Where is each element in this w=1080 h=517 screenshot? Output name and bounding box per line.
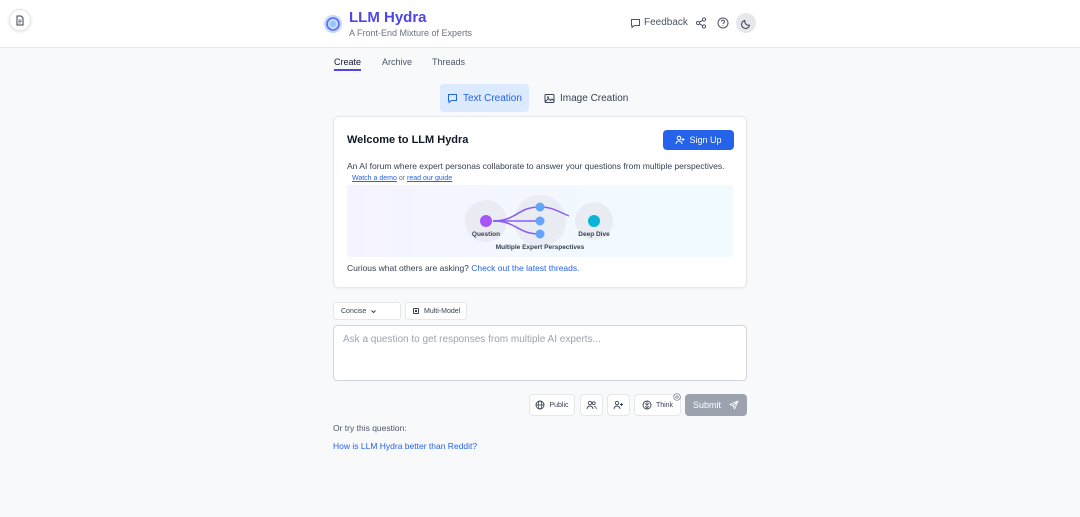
user-plus-icon — [675, 135, 685, 145]
hydra-flow-diagram: Question Deep Dive Multiple Expert Persp… — [347, 185, 733, 257]
multi-model-button[interactable]: Multi-Model — [405, 302, 468, 320]
suggestion-label: Or try this question: — [333, 423, 407, 433]
help-links: Watch a demo or read our guide — [352, 175, 452, 182]
globe-icon — [535, 400, 545, 410]
tab-threads[interactable]: Threads — [432, 56, 465, 68]
welcome-title: Welcome to LLM Hydra — [347, 134, 469, 146]
deepdive-node — [588, 215, 600, 227]
sign-up-label: Sign Up — [689, 135, 722, 145]
question-label: Question — [472, 231, 500, 238]
feedback-label: Feedback — [644, 17, 688, 28]
image-creation-label: Image Creation — [560, 92, 629, 104]
experts-button[interactable] — [580, 394, 603, 416]
user-plus-icon — [613, 400, 624, 410]
multi-model-label: Multi-Model — [424, 307, 461, 315]
expert-node — [535, 229, 545, 239]
help-icon — [717, 17, 729, 29]
submit-label: Submit — [692, 400, 721, 410]
style-select-value: Concise — [341, 307, 367, 315]
expert-node — [535, 202, 545, 212]
app-title: LLM Hydra — [349, 9, 427, 26]
question-node — [480, 215, 492, 227]
curious-text: Curious what others are asking? Check ou… — [347, 263, 579, 273]
curious-label: Curious what others are asking? — [347, 263, 469, 273]
suggested-question-link[interactable]: How is LLM Hydra better than Reddit? — [333, 441, 477, 451]
deepdive-label: Deep Dive — [578, 231, 610, 238]
image-creation-tab[interactable]: Image Creation — [537, 84, 635, 112]
experts-label: Multiple Expert Perspectives — [496, 244, 585, 251]
document-icon — [15, 15, 25, 26]
message-icon — [630, 18, 641, 29]
submit-button[interactable]: Submit — [685, 394, 747, 416]
app-subtitle: A Front-End Mixture of Experts — [349, 28, 473, 38]
think-settings-icon[interactable] — [673, 393, 681, 401]
document-button[interactable] — [9, 9, 31, 31]
chevron-down-icon — [370, 308, 377, 315]
watch-demo-link[interactable]: Watch a demo — [352, 175, 397, 182]
moon-icon — [740, 18, 752, 29]
app-header: LLM Hydra A Front-End Mixture of Experts… — [0, 0, 1080, 48]
share-button[interactable] — [692, 14, 710, 32]
hydra-logo-icon — [323, 14, 343, 34]
question-input[interactable] — [333, 325, 747, 381]
tab-create[interactable]: Create — [334, 56, 362, 71]
expert-node — [535, 216, 545, 226]
message-icon — [447, 93, 458, 104]
welcome-card: Welcome to LLM Hydra Sign Up An AI forum… — [333, 116, 747, 288]
read-guide-link[interactable]: read our guide — [407, 175, 452, 182]
feedback-button[interactable]: Feedback — [630, 16, 688, 30]
brain-icon — [642, 400, 652, 410]
welcome-description: An AI forum where expert personas collab… — [347, 161, 725, 171]
add-expert-button[interactable] — [607, 394, 630, 416]
style-select[interactable]: Concise — [333, 302, 401, 320]
latest-threads-link[interactable]: Check out the latest threads. — [471, 263, 579, 273]
send-icon — [729, 400, 739, 410]
image-icon — [544, 93, 555, 104]
public-toggle[interactable]: Public — [529, 394, 575, 416]
theme-toggle-button[interactable] — [736, 13, 756, 33]
text-creation-label: Text Creation — [463, 92, 522, 104]
text-creation-tab[interactable]: Text Creation — [440, 84, 529, 112]
or-text: or — [398, 175, 406, 182]
chip-icon — [412, 307, 420, 315]
help-button[interactable] — [714, 14, 732, 32]
think-label: Think — [655, 401, 674, 409]
tab-archive[interactable]: Archive — [382, 56, 412, 68]
share-icon — [695, 17, 707, 29]
public-label: Public — [549, 401, 569, 409]
users-icon — [586, 400, 597, 410]
sign-up-button[interactable]: Sign Up — [663, 130, 734, 150]
